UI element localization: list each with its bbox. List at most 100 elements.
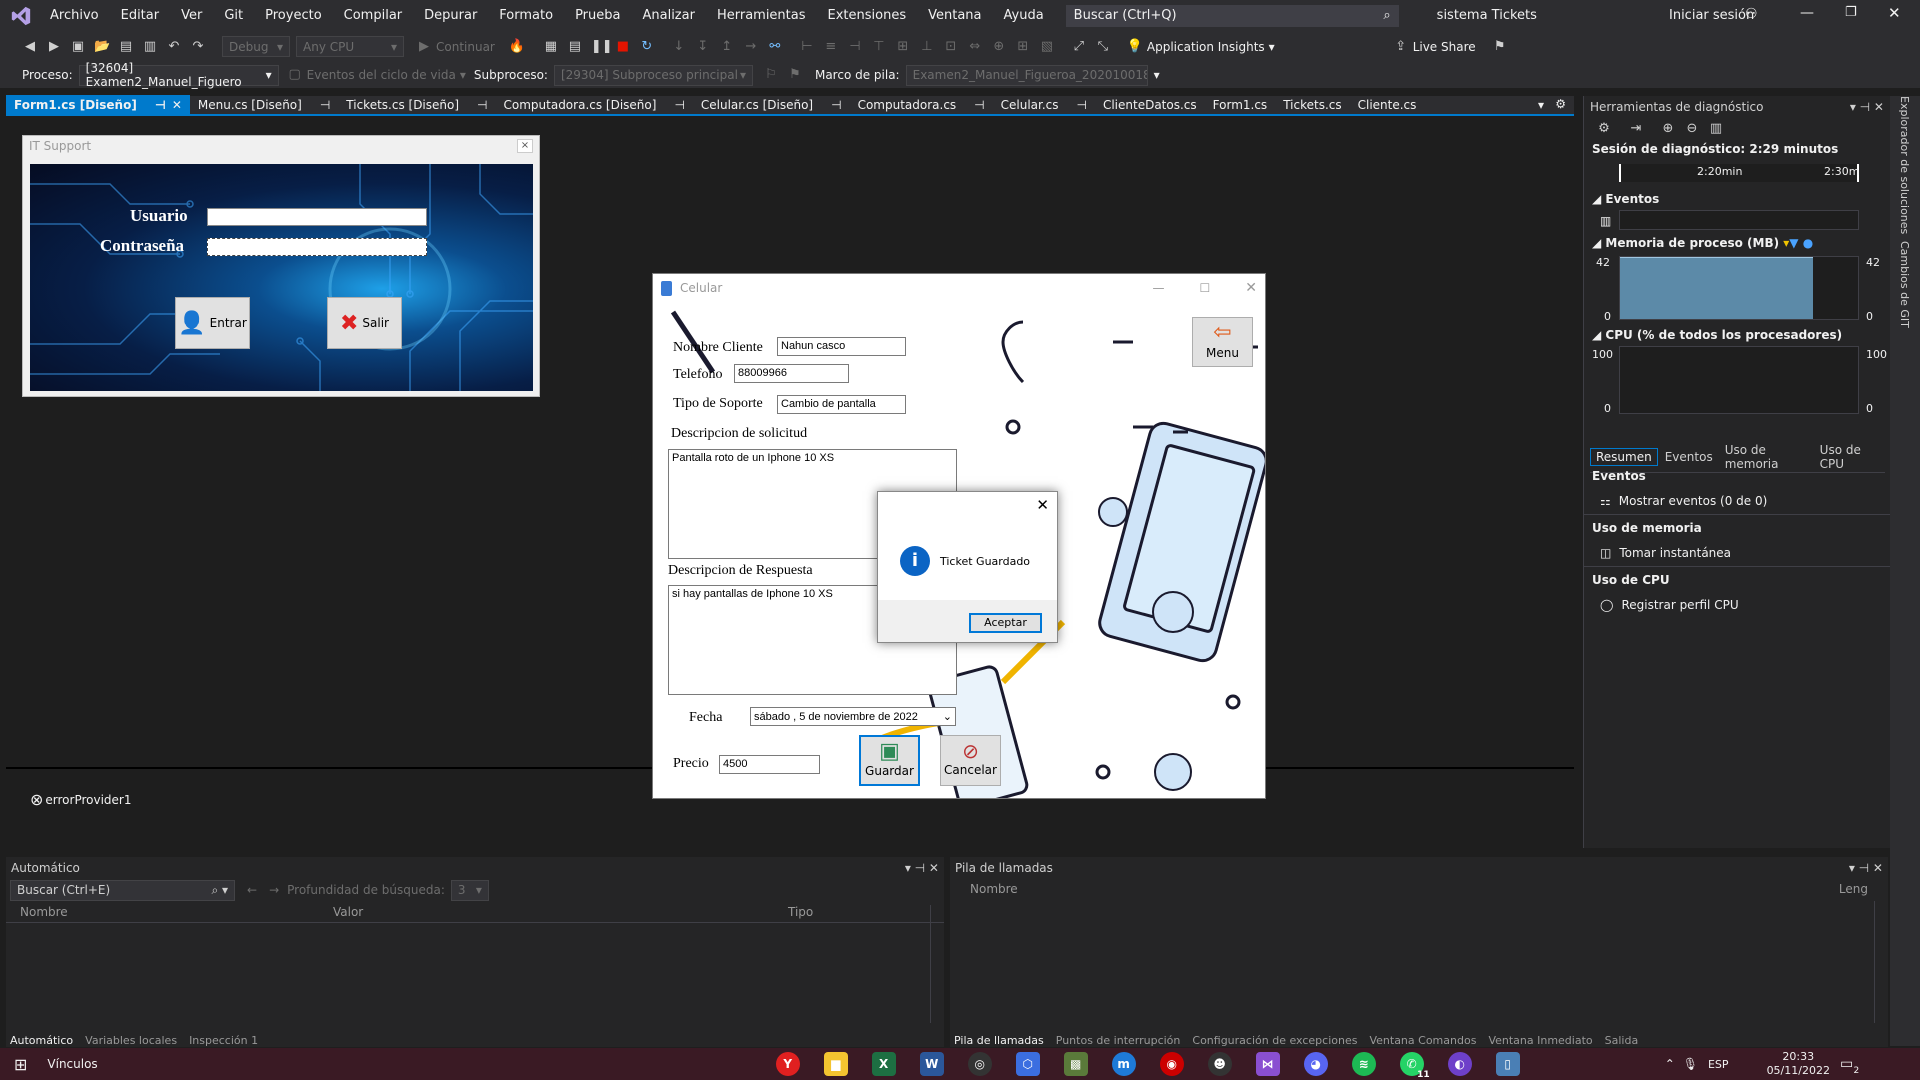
panel-controls[interactable]: ▾ ⊣ ✕ (1850, 100, 1884, 114)
spacing-icon[interactable]: ⇔ (967, 39, 983, 55)
platform-dropdown[interactable]: Any CPU ▾ (296, 36, 404, 57)
events-track[interactable] (1619, 210, 1859, 230)
cpu-chart[interactable] (1619, 346, 1859, 414)
document-tab[interactable]: Tickets.cs (1275, 95, 1349, 115)
chevron-down-icon[interactable]: ⌄ (943, 710, 952, 723)
nombre-input[interactable]: Nahun casco (777, 337, 906, 356)
redo-icon[interactable]: ↷ (190, 39, 206, 55)
document-tab[interactable]: Menu.cs [Diseño] ⊣ (190, 95, 338, 115)
pause-icon[interactable]: ▥ (1600, 214, 1611, 228)
hot-reload-icon[interactable]: 🔥 (509, 39, 525, 55)
align-middle-icon[interactable]: ⊞ (895, 39, 911, 55)
panel-controls[interactable]: ▾ ⊣ ✕ (905, 861, 939, 875)
pause-icon[interactable]: ❚❚ (591, 39, 613, 55)
panel-tab[interactable]: Ventana Inmediato (1488, 1034, 1592, 1047)
telefono-input[interactable]: 88009966 (734, 364, 849, 383)
minimize-button[interactable]: — (1153, 281, 1165, 295)
panel-tab[interactable]: Inspección 1 (189, 1034, 258, 1047)
visual-studio-icon[interactable]: ⋈ (1255, 1052, 1280, 1076)
chevron-down-icon[interactable]: ▾ (1154, 68, 1160, 82)
memory-chart[interactable] (1619, 256, 1859, 320)
minecraft-icon[interactable]: ▩ (1063, 1052, 1088, 1076)
zoom-icon[interactable]: ⊕ (991, 39, 1007, 55)
step-into-icon[interactable]: ↧ (695, 39, 711, 55)
continue-icon[interactable]: ▶ (416, 39, 432, 55)
panel-tab[interactable]: Pila de llamadas (954, 1034, 1044, 1047)
menu-item[interactable]: Archivo (50, 8, 99, 23)
usuario-input[interactable] (207, 208, 427, 226)
document-tab[interactable]: Form1.cs [Diseño] ⊣ ✕ (6, 95, 190, 115)
panel-tab[interactable]: Configuración de excepciones (1192, 1034, 1357, 1047)
github-icon[interactable]: ◐ (1447, 1052, 1472, 1076)
pin-icon[interactable]: ⊣ (1077, 98, 1087, 112)
grid-icon[interactable]: ⊞ (1015, 39, 1031, 55)
running-app-icon[interactable]: ▯ (1495, 1052, 1520, 1076)
chevron-down-icon[interactable]: ▾ (1269, 40, 1275, 54)
restart-icon[interactable]: ↻ (639, 39, 655, 55)
back-icon[interactable]: ◀ (22, 39, 38, 55)
visual-studio-logo-icon[interactable] (10, 5, 32, 27)
document-tab[interactable]: Celular.cs [Diseño] ⊣ (693, 95, 850, 115)
clock[interactable]: 20:33 05/11/2022 (1767, 1050, 1830, 1078)
close-button[interactable]: ✕ (1245, 280, 1257, 296)
stop-icon[interactable]: ■ (615, 39, 631, 55)
spotify-icon[interactable]: ≋ (1351, 1052, 1376, 1076)
pin-icon[interactable]: ⊣ (974, 98, 984, 112)
aceptar-button[interactable]: Aceptar (969, 613, 1042, 633)
menu-item[interactable]: Git (224, 8, 243, 23)
menu-item[interactable]: Editar (121, 8, 160, 23)
open-icon[interactable]: 📂 (94, 39, 110, 55)
order-icon[interactable]: ▧ (1039, 39, 1055, 55)
maximize-button[interactable]: ☐ (1200, 281, 1211, 295)
new-project-icon[interactable]: ▣ (70, 39, 86, 55)
search-input[interactable]: Buscar (Ctrl+Q) ⌕ (1065, 4, 1399, 27)
diag-tab[interactable]: Uso de CPU (1815, 442, 1883, 472)
continue-button[interactable]: Continuar (436, 40, 495, 54)
solution-explorer-tab[interactable]: Explorador de soluciones (1898, 96, 1911, 234)
tray-chevron-icon[interactable]: ⌃ (1665, 1057, 1675, 1071)
close-tab-icon[interactable]: ✕ (172, 98, 182, 112)
whatsapp-icon[interactable]: ✆ 11 (1399, 1052, 1430, 1080)
git-changes-tab[interactable]: Cambios de GIT (1898, 241, 1911, 328)
close-button[interactable]: ✕ (1888, 4, 1901, 22)
tab-overflow-icon[interactable]: ▾ (1538, 98, 1544, 112)
settings-icon[interactable]: ⚙ (1596, 121, 1612, 137)
step-over-icon[interactable]: ↓ (671, 39, 687, 55)
lightbulb-icon[interactable]: 💡 (1127, 39, 1143, 55)
salir-button[interactable]: ✖ Salir (327, 297, 402, 349)
marco-dropdown[interactable]: Examen2_Manuel_Figueroa_20201001811.!▾ (905, 64, 1148, 86)
align-left-icon[interactable]: ⊢ (799, 39, 815, 55)
settings-icon[interactable]: ⚙ (1555, 97, 1566, 111)
language-indicator[interactable]: ESP (1708, 1058, 1729, 1071)
cpu-section[interactable]: ◢ CPU (% de todos los procesadores) (1592, 328, 1842, 342)
message-dialog[interactable]: ✕ i Ticket Guardado Aceptar (877, 491, 1058, 643)
pin-icon[interactable]: ⊣ (320, 98, 330, 112)
eventos-section[interactable]: ◢ Eventos (1592, 192, 1659, 206)
live-share-icon[interactable]: ⇪ (1393, 39, 1409, 55)
show-next-icon[interactable]: → (743, 39, 759, 55)
zoom-out-icon[interactable]: ⊖ (1684, 121, 1700, 137)
proceso-dropdown[interactable]: [32604] Examen2_Manuel_Figuero ▾ (78, 61, 279, 89)
document-tab[interactable]: Celular.cs ⊣ (993, 95, 1095, 115)
zoom-in-icon[interactable]: ⊕ (1660, 121, 1676, 137)
eventos-dropdown[interactable]: Eventos del ciclo de vida (307, 68, 456, 82)
menu-item[interactable]: Ver (181, 8, 202, 23)
pin-icon[interactable]: ⊣ (155, 98, 166, 112)
diag-tab[interactable]: Uso de memoria (1720, 442, 1813, 472)
save-all-icon[interactable]: ▥ (142, 39, 158, 55)
live-share-button[interactable]: Live Share (1413, 40, 1476, 54)
close-icon[interactable]: × (517, 139, 533, 153)
microphone-icon[interactable]: 🎙 (1683, 1057, 1698, 1071)
m-app-icon[interactable]: m (1111, 1052, 1136, 1076)
forward-icon[interactable]: ▶ (46, 39, 62, 55)
menu-button[interactable]: ⇦ Menu (1192, 317, 1253, 367)
export-icon[interactable]: ⇥ (1628, 121, 1644, 137)
guardar-button[interactable]: ▣ Guardar (859, 735, 920, 786)
scrollbar[interactable] (930, 905, 940, 1023)
browser-icon[interactable]: ▦ (543, 39, 559, 55)
config-dropdown[interactable]: Debug ▾ (222, 36, 290, 57)
yandex-icon[interactable]: Y (775, 1052, 800, 1076)
flag-icon[interactable]: ⚐ (763, 67, 779, 83)
app-insights-button[interactable]: Application Insights (1147, 40, 1265, 54)
size-icon[interactable]: ⊡ (943, 39, 959, 55)
